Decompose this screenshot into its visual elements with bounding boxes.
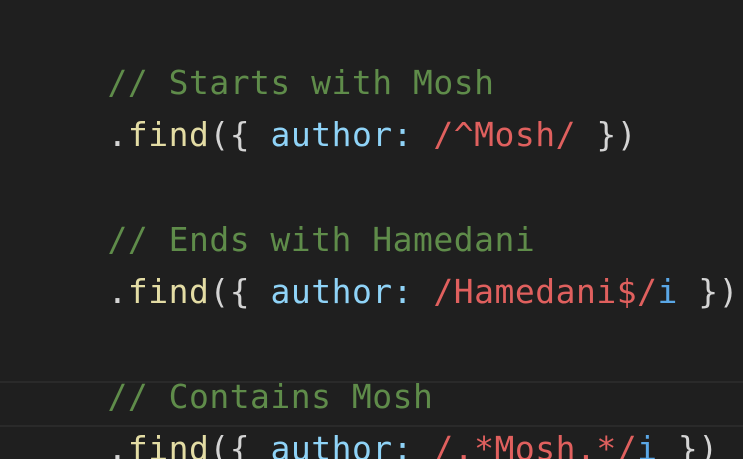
method-token: find [127,115,210,154]
method-token: find [127,272,210,311]
key-token: author: [270,429,414,459]
paren-token: ( [209,115,230,154]
dot-token: . [107,429,128,459]
code-line-find-contains[interactable]: .find({ author: /.*Mosh.*/i }) [26,383,719,459]
regex-token: /Hamedani$/ [433,272,658,311]
dot-token: . [107,115,128,154]
paren-token: ( [209,272,230,311]
code-line-comment-ends[interactable]: // Ends with Hamedani [26,174,535,259]
brace-token: { [229,272,271,311]
close-token: }) [576,115,638,154]
code-line-find-starts[interactable]: .find({ author: /^Mosh/ }) [26,69,637,154]
code-line-comment-starts[interactable]: // Starts with Mosh [26,17,494,102]
close-token: }) [657,429,719,459]
dot-token: . [107,272,128,311]
regex-token: /.*Mosh.*/ [433,429,638,459]
code-line-comment-contains[interactable]: // Contains Mosh [26,331,433,416]
regex-token: /^Mosh/ [433,115,576,154]
paren-token: ( [209,429,230,459]
close-token: }) [677,272,739,311]
brace-token: { [229,115,271,154]
key-token: author: [270,272,414,311]
key-token: author: [270,115,414,154]
regex-flag-token: i [637,429,658,459]
code-line-find-ends[interactable]: .find({ author: /Hamedani$/i }) [26,226,739,311]
code-editor[interactable]: // Starts with Mosh .find({ author: /^Mo… [0,0,743,459]
method-token: find [127,429,210,459]
regex-flag-token: i [657,272,678,311]
brace-token: { [229,429,271,459]
